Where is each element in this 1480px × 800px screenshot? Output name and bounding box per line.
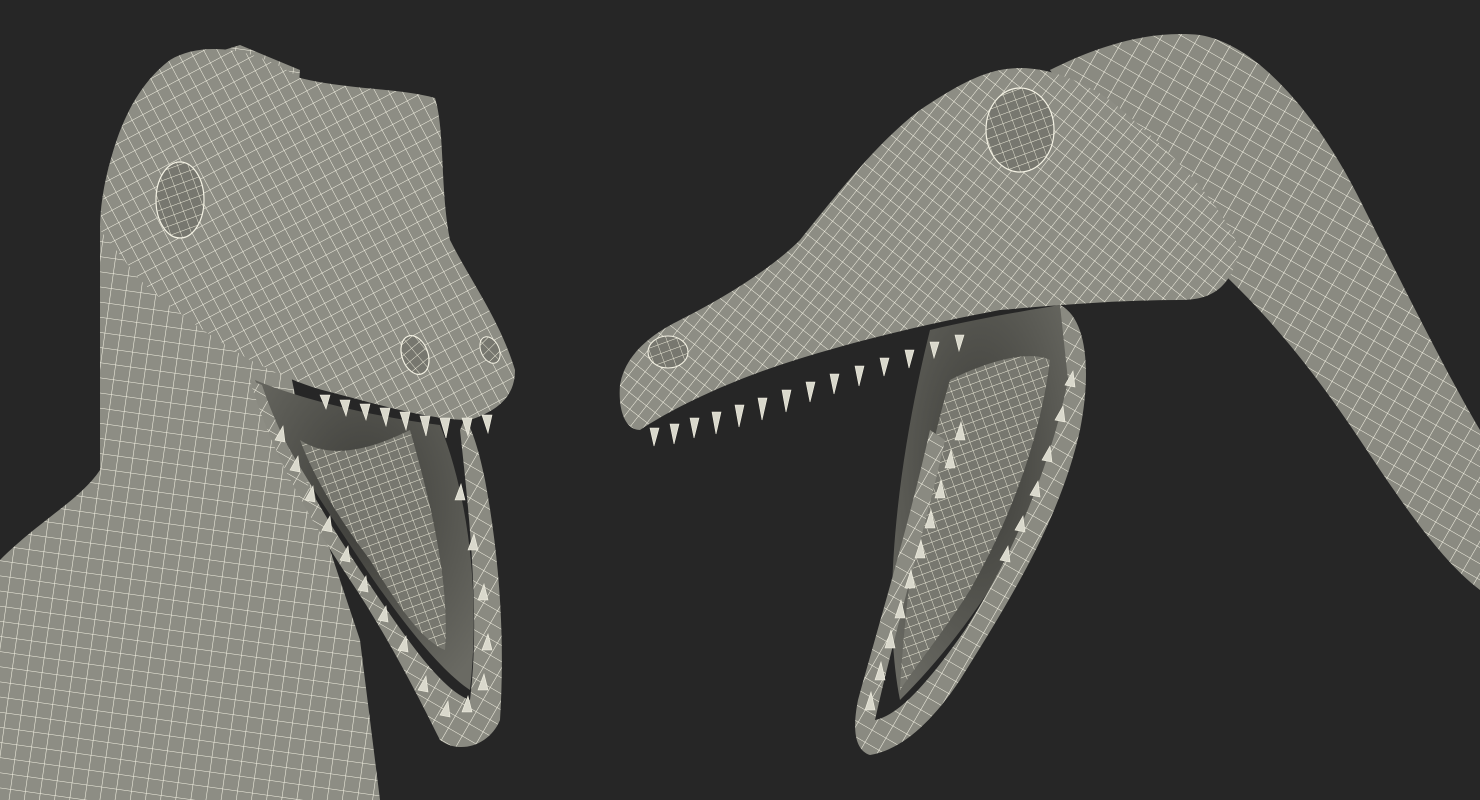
nostril (647, 335, 689, 369)
wireframe-render (0, 34, 1480, 800)
eye-socket (155, 161, 205, 239)
side-view (619, 34, 1480, 755)
eye-socket (985, 87, 1055, 173)
front-three-quarter-view (0, 45, 515, 800)
render-viewport (0, 0, 1480, 800)
